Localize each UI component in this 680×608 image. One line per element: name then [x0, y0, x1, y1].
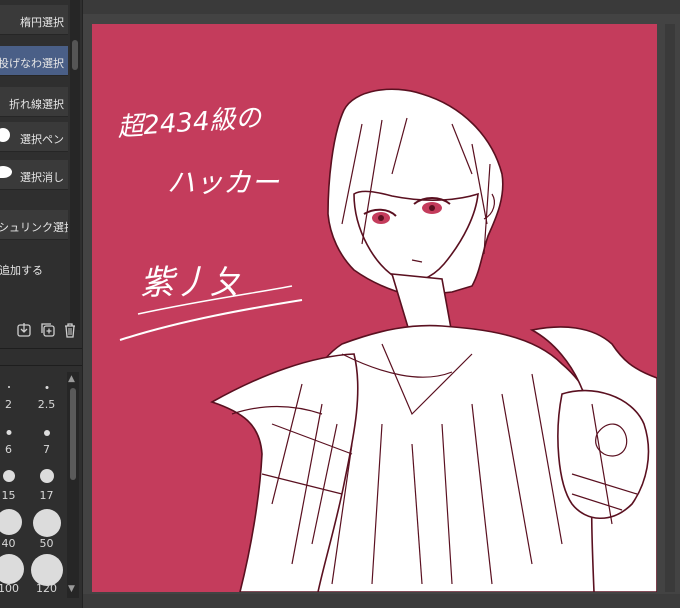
tool-label: 折れ線選択: [9, 98, 64, 111]
tool-label: 選択ペン: [20, 133, 64, 146]
tool-label: 選択消し: [20, 171, 64, 184]
tool-polyline-select[interactable]: 折れ線選択: [0, 87, 68, 117]
tool-ellipse-select[interactable]: 楕円選択: [0, 5, 68, 35]
add-subtool-icon[interactable]: [40, 322, 56, 338]
import-icon[interactable]: [16, 322, 32, 338]
brush-size-cell[interactable]: 7: [30, 417, 63, 462]
subtool-scrollbar[interactable]: [70, 0, 80, 330]
tool-selection-pen[interactable]: 選択ペン: [0, 122, 68, 152]
brush-tip-icon: [0, 128, 10, 142]
brush-size-scrollbar[interactable]: ▲ ▼: [67, 372, 79, 598]
panel-divider: [0, 365, 82, 366]
brush-size-label: 40: [1, 537, 16, 550]
brush-size-cell[interactable]: 50: [30, 507, 63, 552]
tool-add-option[interactable]: 追加する: [0, 253, 68, 283]
sketch-artwork: 超2434級の ハッカー 紫丿ㄆ: [116, 88, 657, 592]
scroll-up-icon[interactable]: ▲: [68, 374, 75, 384]
scroll-thumb[interactable]: [72, 40, 78, 70]
brush-size-cell[interactable]: 15: [0, 462, 25, 507]
scroll-thumb[interactable]: [70, 388, 76, 480]
brush-size-cell[interactable]: 17: [30, 462, 63, 507]
brush-size-cell[interactable]: 100: [0, 552, 25, 597]
eraser-tip-icon: [0, 166, 12, 178]
brush-size-cell[interactable]: 2.5: [30, 372, 63, 417]
panel-divider: [0, 348, 82, 349]
brush-size-cell[interactable]: 2: [0, 372, 25, 417]
brush-size-cell[interactable]: 40: [0, 507, 25, 552]
brush-size-label: 2: [5, 398, 12, 411]
canvas-top-strip: [83, 0, 680, 14]
handwriting-line2: ハッカー: [167, 166, 280, 199]
brush-size-cell[interactable]: 6: [0, 417, 25, 462]
tool-selection-eraser[interactable]: 選択消し: [0, 160, 68, 190]
canvas-horizontal-scrollbar[interactable]: [83, 594, 680, 608]
canvas-workspace: 超2434級の ハッカー 紫丿ㄆ: [83, 0, 680, 608]
scroll-down-icon[interactable]: ▼: [68, 584, 75, 594]
tool-label: 投げなわ選択: [0, 57, 64, 70]
trash-icon[interactable]: [62, 322, 78, 338]
brush-size-label: 50: [39, 537, 54, 550]
canvas-vertical-scrollbar[interactable]: [665, 24, 675, 592]
tool-label: 楕円選択: [20, 16, 64, 29]
tool-lasso-select[interactable]: 投げなわ選択: [0, 46, 68, 76]
handwriting-line1: 超2434級の: [116, 103, 264, 143]
character-figure: [210, 88, 657, 592]
tool-label: 追加する: [0, 264, 43, 277]
brush-size-label: 7: [43, 443, 50, 456]
brush-size-label: 17: [39, 489, 54, 502]
brush-size-cell[interactable]: 120: [30, 552, 63, 597]
brush-size-label: 15: [1, 489, 16, 502]
brush-size-label: 100: [0, 582, 19, 595]
brush-size-label: 120: [36, 582, 57, 595]
brush-size-label: 6: [5, 443, 12, 456]
tool-shrink-select[interactable]: シュリンク選択: [0, 210, 68, 240]
drawing-canvas[interactable]: 超2434級の ハッカー 紫丿ㄆ: [92, 24, 657, 592]
tool-panel: 楕円選択 投げなわ選択 折れ線選択 選択ペン 選択消し シュリンク選択 追加する: [0, 0, 83, 608]
brush-size-label: 2.5: [37, 398, 56, 411]
tool-label: シュリンク選択: [0, 221, 68, 234]
